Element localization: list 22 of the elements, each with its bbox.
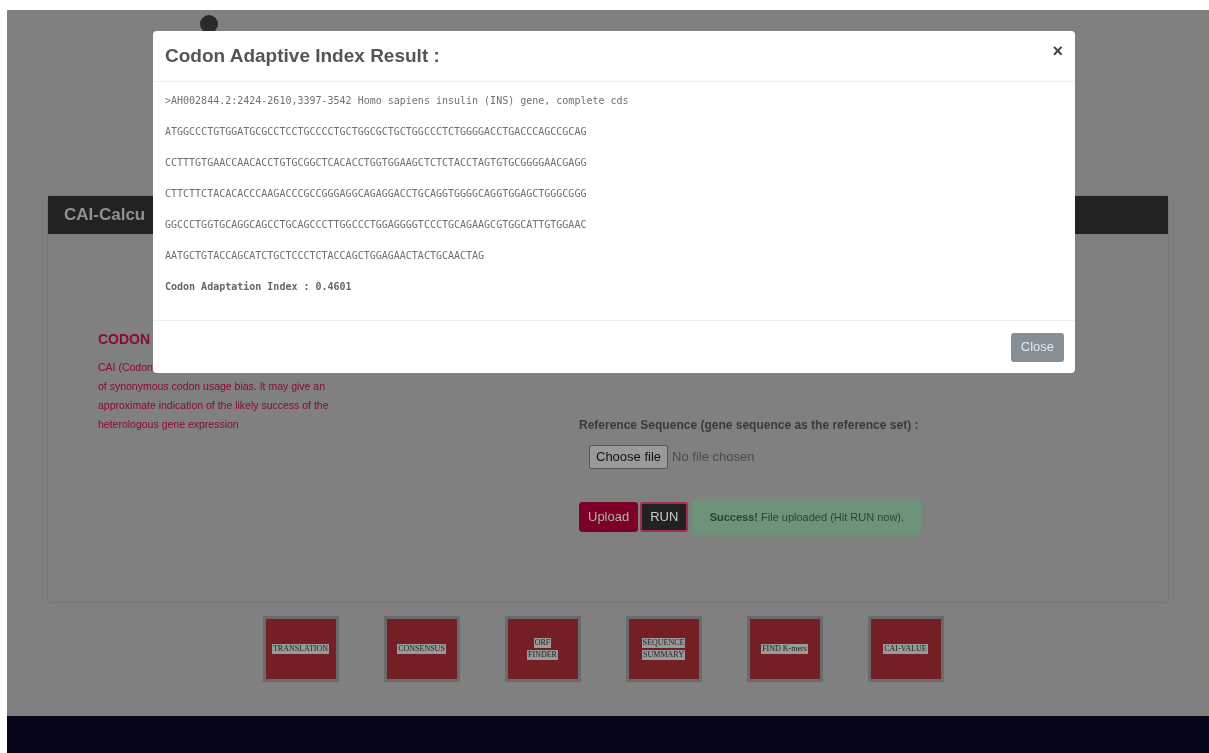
info-heading: CODON [98, 330, 151, 349]
upload-button[interactable]: Upload [579, 502, 639, 532]
sequence-line: CCTTTGTGAACCAACACCTGTGCGGCTCACACCTGGTGGAAGCTCTCTACCTAGTGTGCGGGGAACGAGG [165, 157, 587, 169]
reference-label: Reference Sequence (gene sequence as the reference set) : [579, 417, 919, 434]
success-alert: Success! File uploaded (Hit RUN now). [692, 499, 922, 535]
sequence-line: AATGCTGTACCAGCATCTGCTCCCTCTACCAGCTGGAGAACTACTGCAACTAG [165, 250, 485, 262]
result-text: Codon Adaptation Index : 0.4601 [165, 281, 352, 293]
tool-tile[interactable]: ORF FINDER [504, 616, 581, 682]
dialog-title: Codon Adaptive Index Result : [165, 43, 440, 68]
choose-file-button[interactable]: Choose file [589, 445, 669, 469]
tool-tile[interactable]: FIND K-mers [746, 616, 823, 682]
info-paragraph: CAI (Codon of synonymous codon usage bias. It may give an approximate indication of the likely success of the heterologous gene expression [98, 360, 329, 432]
sequence-line: CTTCTTCTACACACCCAAGACCCGCCGGGAGGCAGAGGACCTGCAGGTGGGGCAGGTGGAGCTGGGCGGG [165, 188, 587, 200]
tool-tile[interactable]: TRANSLATION [262, 616, 339, 682]
sequence-line: ATGGCCCTGTGGATGCGCCTCCTGCCCCTGCTGGCGCTGCTGGCCCTCTGGGGACCTGACCCAGCCGCAG [165, 126, 587, 138]
tool-tile[interactable]: CAI-VALUE [867, 616, 944, 682]
card-title: CAI-Calcu [64, 204, 146, 227]
tool-tile[interactable]: CONSENSUS [383, 616, 460, 682]
sequence-header: >AH002844.2:2424-2610,3397-3542 Homo sapiens insulin (INS) gene, complete cds [165, 95, 629, 107]
tool-tile[interactable]: SEQUENCE SUMMARY [625, 616, 702, 682]
run-button[interactable]: RUN [640, 502, 689, 532]
sequence-line: GGCCCTGGTGCAGGCAGCCTGCAGCCCTTGGCCCTGGAGGGGTCCCTGCAGAAGCGTGGCATTGTGGAAC [165, 219, 587, 231]
